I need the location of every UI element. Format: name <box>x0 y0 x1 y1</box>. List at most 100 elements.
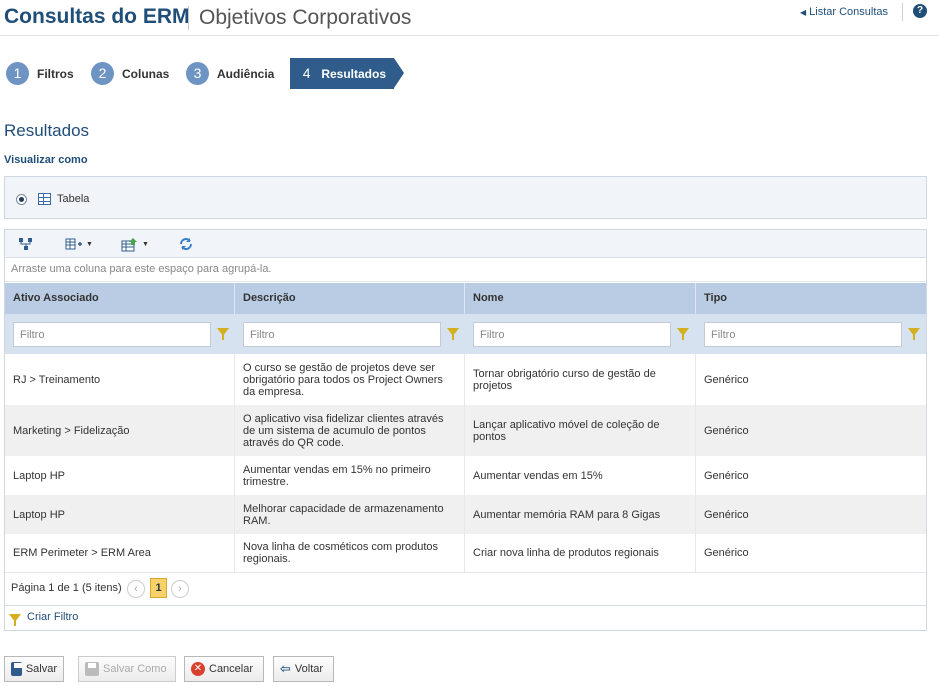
table-row[interactable]: RJ > Treinamento O curso se gestão de pr… <box>5 354 926 405</box>
cell-nome: Criar nova linha de produtos regionais <box>465 534 696 572</box>
export-menu-button[interactable]: ▼ <box>121 236 149 252</box>
cell-ativo: Laptop HP <box>5 456 235 495</box>
create-filter-label: Criar Filtro <box>27 611 79 623</box>
results-grid: ▼ ▼ Arraste uma coluna para este espaço … <box>4 229 927 631</box>
back-button[interactable]: ⇦ Voltar <box>273 656 334 682</box>
save-label: Salvar <box>25 663 57 675</box>
column-header-tipo[interactable]: Tipo <box>696 283 926 314</box>
filter-icon[interactable] <box>677 328 689 340</box>
table-header: Ativo Associado Descrição Nome Tipo <box>5 283 926 314</box>
cell-ativo: RJ > Treinamento <box>5 354 235 405</box>
cell-descricao: Melhorar capacidade de armazenamento RAM… <box>235 495 465 534</box>
cell-ativo: Laptop HP <box>5 495 235 534</box>
table-icon <box>38 193 51 205</box>
header-divider <box>902 3 903 21</box>
current-page-button[interactable]: 1 <box>150 578 167 598</box>
table-row[interactable]: Marketing > Fidelização O aplicativo vis… <box>5 405 926 456</box>
chevron-down-icon: ▼ <box>86 240 93 248</box>
refresh-icon[interactable] <box>178 236 194 252</box>
filter-input-descricao[interactable] <box>243 322 441 347</box>
columns-menu-button[interactable]: ▼ <box>65 236 93 252</box>
filter-icon[interactable] <box>217 328 229 340</box>
step-number: 4 <box>302 65 311 81</box>
cell-nome: Lançar aplicativo móvel de coleção de po… <box>465 405 696 456</box>
title-divider <box>188 6 189 30</box>
column-header-descricao[interactable]: Descrição <box>235 283 465 314</box>
list-queries-label: Listar Consultas <box>809 6 889 18</box>
save-icon <box>11 662 22 676</box>
save-as-button[interactable]: Salvar Como <box>78 656 176 682</box>
cell-descricao: Nova linha de cosméticos com produtos re… <box>235 534 465 572</box>
table-view-label: Tabela <box>57 193 90 205</box>
cell-descricao: O curso se gestão de projetos deve ser o… <box>235 354 465 405</box>
save-as-label: Salvar Como <box>103 663 167 675</box>
app-title: Consultas do ERM <box>4 5 190 28</box>
cell-tipo: Genérico <box>704 508 749 521</box>
filter-input-nome[interactable] <box>473 322 671 347</box>
filter-cell-descricao <box>243 322 463 347</box>
results-title: Resultados <box>4 121 90 140</box>
step-resultados[interactable]: 4 Resultados <box>290 58 404 89</box>
prev-page-button[interactable]: ‹ <box>127 580 145 598</box>
cell-ativo: ERM Perimeter > ERM Area <box>5 534 235 572</box>
view-options: Tabela <box>4 176 927 219</box>
step-number: 1 <box>6 62 29 85</box>
step-label: Colunas <box>122 66 170 81</box>
grid-footer: Criar Filtro <box>5 605 926 631</box>
filter-cell-tipo <box>704 322 924 347</box>
view-as-label: Visualizar como <box>4 154 88 166</box>
step-audiencia[interactable]: 3 Audiência <box>186 58 274 89</box>
filter-icon[interactable] <box>908 328 920 340</box>
cancel-button[interactable]: ✕ Cancelar <box>184 656 264 682</box>
list-queries-link[interactable]: ◀ Listar Consultas <box>800 6 888 18</box>
save-button[interactable]: Salvar <box>4 656 64 682</box>
step-number: 3 <box>186 62 209 85</box>
filter-icon <box>9 614 21 626</box>
column-header-ativo[interactable]: Ativo Associado <box>5 283 235 314</box>
step-filtros[interactable]: 1 Filtros <box>6 58 74 89</box>
cell-nome: Aumentar vendas em 15% <box>465 456 696 495</box>
table-body: RJ > Treinamento O curso se gestão de pr… <box>5 354 926 572</box>
cell-descricao: Aumentar vendas em 15% no primeiro trime… <box>235 456 465 495</box>
cancel-icon: ✕ <box>191 662 205 676</box>
pager-summary: Página 1 de 1 (5 itens) <box>11 582 122 594</box>
column-header-nome[interactable]: Nome <box>465 283 696 314</box>
arrow-left-icon: ⇦ <box>280 661 291 676</box>
table-row[interactable]: Laptop HP Aumentar vendas em 15% no prim… <box>5 456 926 495</box>
table-row[interactable]: ERM Perimeter > ERM Area Nova linha de c… <box>5 534 926 572</box>
cell-tipo: Genérico <box>704 424 749 437</box>
back-label: Voltar <box>294 663 324 675</box>
step-label: Audiência <box>217 66 275 81</box>
filter-cell-ativo <box>13 322 233 347</box>
cell-nome: Aumentar memória RAM para 8 Gigas <box>465 495 696 534</box>
table-row[interactable]: Laptop HP Melhorar capacidade de armazen… <box>5 495 926 534</box>
cancel-label: Cancelar <box>209 663 254 675</box>
step-number: 2 <box>91 62 114 85</box>
save-as-icon <box>85 662 99 676</box>
next-page-button[interactable]: › <box>171 580 189 598</box>
group-drop-area[interactable]: Arraste uma coluna para este espaço para… <box>5 258 926 282</box>
step-colunas[interactable]: 2 Colunas <box>91 58 169 89</box>
filter-input-tipo[interactable] <box>704 322 902 347</box>
step-label: Filtros <box>37 66 74 81</box>
table-view-radio[interactable] <box>16 194 27 205</box>
grid-toolbar: ▼ ▼ <box>5 230 926 258</box>
cell-nome: Tornar obrigatório curso de gestão de pr… <box>465 354 696 405</box>
hierarchy-icon[interactable] <box>18 236 35 252</box>
export-icon <box>121 237 137 251</box>
wizard-steps: 1 Filtros 2 Colunas 3 Audiência 4 Result… <box>0 58 939 89</box>
step-label: Resultados <box>321 66 386 81</box>
filter-input-ativo[interactable] <box>13 322 211 347</box>
filter-row <box>5 314 926 354</box>
page-header: Consultas do ERM Objetivos Corporativos … <box>0 0 939 36</box>
filter-icon[interactable] <box>447 328 459 340</box>
chevron-down-icon: ▼ <box>142 240 149 248</box>
cell-tipo: Genérico <box>704 547 749 559</box>
page-title: Objetivos Corporativos <box>199 6 412 29</box>
help-icon[interactable]: ? <box>913 4 927 18</box>
cell-tipo: Genérico <box>704 469 749 482</box>
columns-icon <box>65 238 82 250</box>
create-filter-link[interactable]: Criar Filtro <box>9 611 79 626</box>
pager: Página 1 de 1 (5 itens) ‹ 1 › <box>5 572 926 604</box>
cell-descricao: O aplicativo visa fidelizar clientes atr… <box>235 405 465 456</box>
